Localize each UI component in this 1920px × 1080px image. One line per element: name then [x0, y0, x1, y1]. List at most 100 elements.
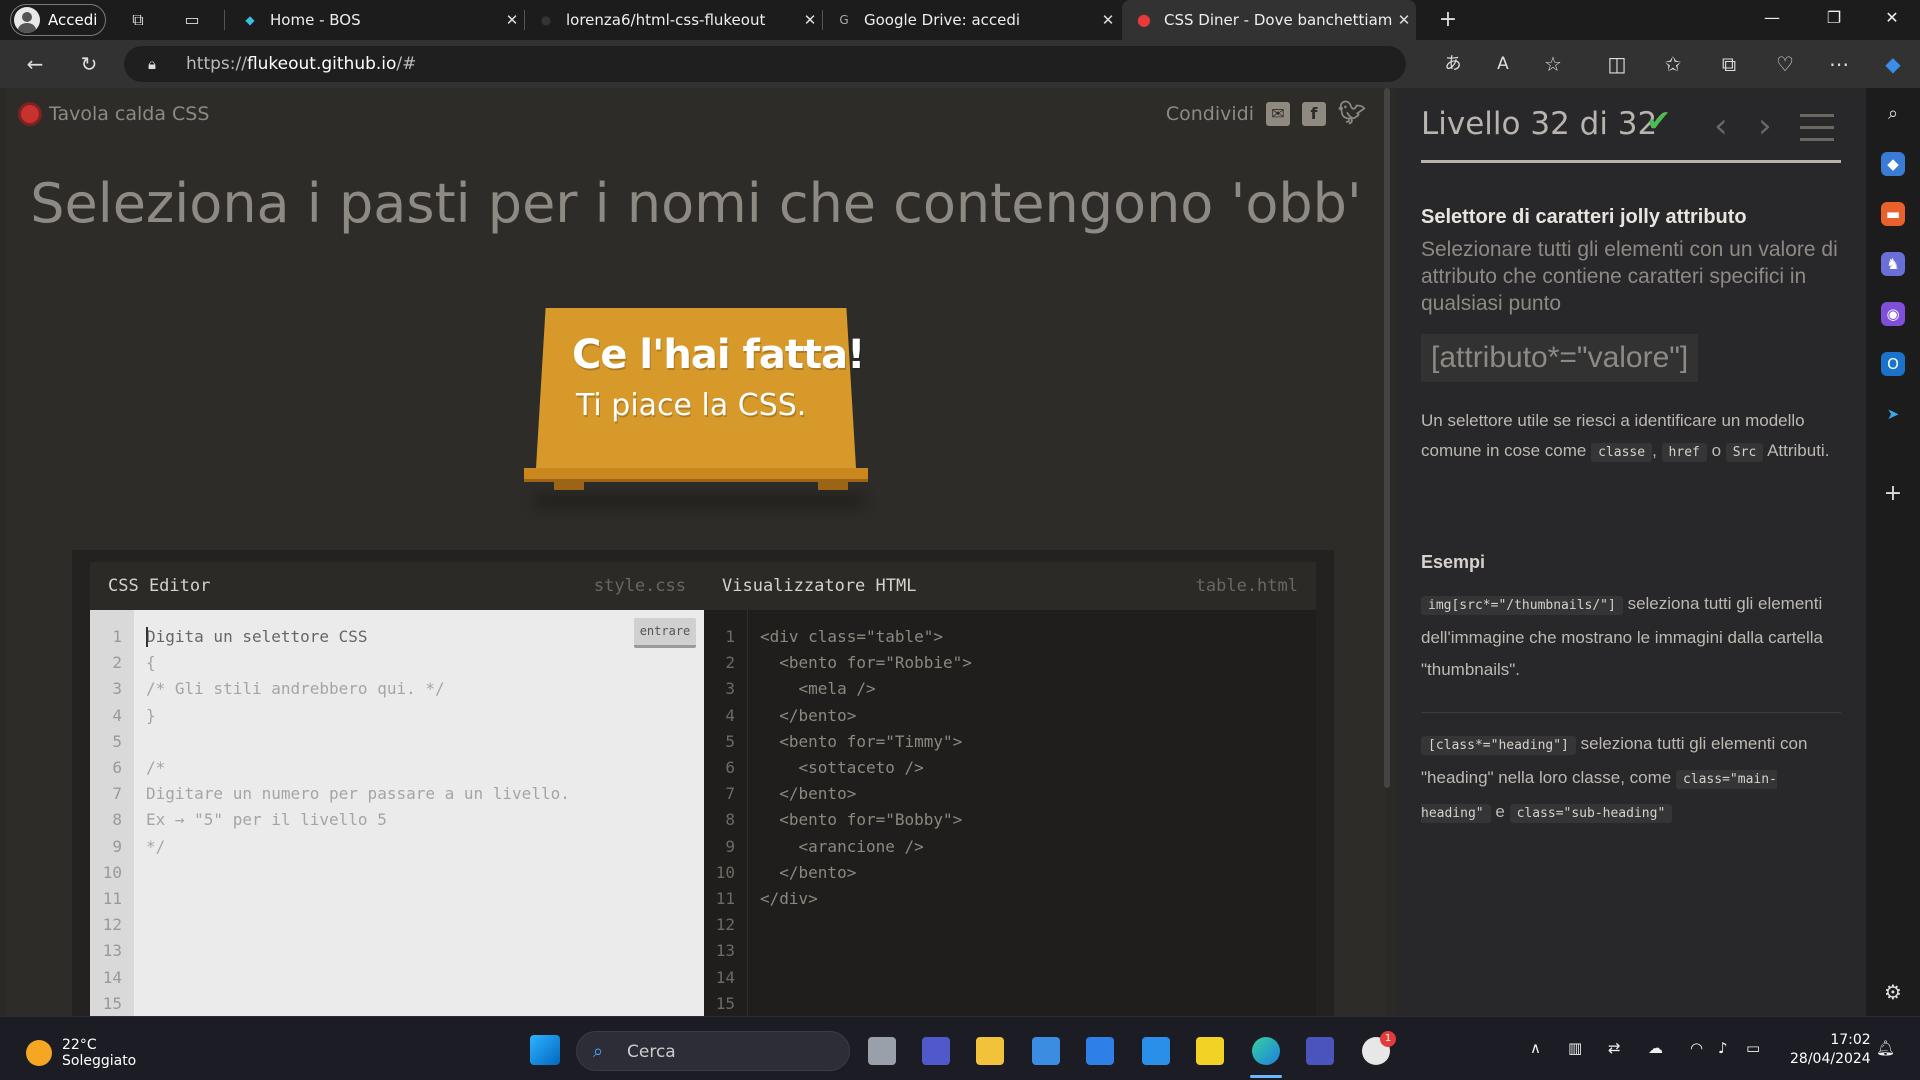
css-code[interactable]: Digita un selettore CSS {/* Gli stili and… [146, 624, 570, 860]
mail-icon[interactable] [1142, 1037, 1170, 1065]
browser-essentials-icon[interactable]: ♡ [1772, 52, 1798, 76]
example-code: class="sub-heading" [1509, 804, 1673, 823]
lock-icon: 🔒︎ [148, 55, 156, 73]
collections-icon[interactable]: ⧉ [1716, 52, 1742, 76]
minimize-icon[interactable]: — [1760, 8, 1784, 27]
tab-github[interactable]: ● lorenza6/html-css-flukeout ✕ [524, 0, 822, 40]
line-number: 11 [102, 889, 122, 909]
teams-icon[interactable] [922, 1037, 950, 1065]
edge-icon[interactable] [1252, 1037, 1280, 1065]
sticky-notes-icon[interactable] [1196, 1037, 1224, 1065]
tab-actions-icon[interactable]: ▭ [182, 10, 202, 30]
close-tab-icon[interactable]: ✕ [798, 11, 822, 29]
read-aloud-icon[interactable]: A [1490, 52, 1516, 76]
store-icon[interactable] [1032, 1037, 1060, 1065]
facebook-share-icon[interactable]: f [1302, 102, 1326, 126]
code-editor: CSS Editor style.css Visualizzatore HTML… [72, 550, 1334, 1016]
todo-icon[interactable] [1086, 1037, 1114, 1065]
line-number: 3 [725, 679, 735, 699]
css-input-pane[interactable]: 1 2 3 4 5 6 7 8 9 10 11 12 13 14 15 Digita un selettor… [90, 610, 704, 1016]
app-tray-icon[interactable]: ▥ [1568, 1039, 1582, 1057]
twitter-share-icon[interactable]: 🐦︎ [1338, 102, 1366, 126]
back-icon[interactable]: ← [22, 52, 48, 76]
clock-time: 17:02 [1830, 1032, 1871, 1048]
example-conjunction: e [1495, 802, 1505, 821]
webex-icon[interactable] [1306, 1037, 1334, 1065]
clock[interactable]: 17:02 28/04/2024 [1790, 1031, 1871, 1069]
file-explorer-icon[interactable] [976, 1037, 1004, 1065]
volume-icon[interactable]: ♪ [1718, 1039, 1728, 1057]
email-share-icon[interactable]: ✉ [1266, 102, 1290, 126]
example-2: [class*="heading"] seleziona tutti gli e… [1421, 728, 1841, 830]
browser-tab-bar: Accedi ⧉ ▭ ◆ Home - BOS ✕ ● lorenza6/htm… [0, 0, 1920, 40]
css-code-line [146, 729, 570, 755]
tools-icon[interactable]: ▬ [1881, 202, 1905, 226]
close-tab-icon[interactable]: ✕ [1392, 11, 1416, 29]
tab-title: lorenza6/html-css-flukeout [566, 11, 766, 29]
more-menu-icon[interactable]: ⋯ [1826, 52, 1852, 76]
html-code-line: <bento for="Timmy"> [760, 731, 963, 751]
close-window-icon[interactable]: ✕ [1880, 8, 1904, 27]
outlook-icon[interactable]: O [1881, 352, 1905, 376]
sync-tray-icon[interactable]: ⇄ [1608, 1039, 1621, 1057]
windows-start-icon[interactable] [530, 1035, 560, 1065]
favorite-star-icon[interactable]: ☆ [1540, 52, 1566, 76]
search-icon[interactable]: ⌕ [1881, 102, 1905, 126]
translate-icon[interactable]: あ [1440, 52, 1466, 76]
copilot-icon[interactable]: ◆ [1880, 52, 1906, 76]
task-view-icon[interactable] [868, 1037, 896, 1065]
site-logo[interactable]: Tavola calda CSS [18, 102, 209, 126]
line-number: 1 [725, 627, 735, 646]
close-tab-icon[interactable]: ✕ [1096, 11, 1120, 29]
notifications-bell-icon[interactable]: 🔔︎ [1876, 1039, 1895, 1057]
sun-icon [26, 1040, 52, 1066]
tab-css-diner[interactable]: ⬤ CSS Diner - Dove banchettiamo ✕ [1122, 0, 1416, 40]
shopping-icon[interactable]: ◆ [1881, 152, 1905, 176]
next-level-icon[interactable]: › [1758, 106, 1772, 146]
line-number: 4 [725, 705, 735, 725]
tab-home-bos[interactable]: ◆ Home - BOS ✕ [228, 0, 524, 40]
send-icon[interactable]: ➤ [1881, 402, 1905, 426]
line-number: 9 [112, 836, 122, 856]
show-hidden-icons-icon[interactable]: ∧ [1530, 1039, 1541, 1057]
wifi-icon[interactable]: ◠ [1690, 1039, 1703, 1057]
tab-google-drive[interactable]: G Google Drive: accedi ✕ [822, 0, 1120, 40]
table-edge [524, 468, 868, 482]
close-tab-icon[interactable]: ✕ [500, 11, 524, 29]
games-icon[interactable]: ♞ [1881, 252, 1905, 276]
battery-icon[interactable]: ▭ [1746, 1039, 1760, 1057]
url-field[interactable]: 🔒︎ https://flukeout.github.io/# [124, 46, 1406, 82]
css-editor-header: CSS Editor style.css [90, 562, 704, 610]
share-area: Condividi ✉ f 🐦︎ [1166, 102, 1366, 126]
enter-button[interactable]: entrare [634, 618, 696, 648]
line-number: 11 [715, 889, 735, 909]
microsoft365-icon[interactable]: ◉ [1881, 302, 1905, 326]
workspaces-icon[interactable]: ⧉ [128, 10, 148, 30]
new-tab-icon[interactable]: + [1438, 9, 1458, 31]
line-number: 14 [102, 967, 122, 987]
previous-level-icon[interactable]: ‹ [1714, 106, 1728, 146]
html-viewer-header: Visualizzatore HTML table.html [704, 562, 1316, 610]
level-menu-icon[interactable] [1800, 114, 1834, 141]
settings-gear-icon[interactable]: ⚙ [1881, 980, 1905, 1004]
table-shadow [534, 494, 864, 508]
css-code-line: */ [146, 836, 166, 856]
add-sidebar-icon[interactable]: + [1881, 482, 1905, 506]
line-number: 15 [715, 993, 735, 1013]
favorites-icon[interactable]: ✩ [1660, 52, 1686, 76]
line-number: 8 [725, 810, 735, 830]
profile-label: Accedi [48, 11, 98, 29]
weather-widget[interactable]: 22°C Soleggiato [26, 1037, 136, 1069]
refresh-icon[interactable]: ↻ [76, 52, 102, 76]
profile-button[interactable]: Accedi [10, 4, 106, 36]
search-label: Cerca [627, 1042, 676, 1062]
css-code-line: /* [146, 758, 166, 778]
html-viewer-title: Visualizzatore HTML [722, 576, 917, 596]
taskbar-search[interactable]: ⌕ Cerca [576, 1031, 850, 1071]
onedrive-icon[interactable]: ☁ [1648, 1039, 1663, 1057]
notification-badge: 1 [1380, 1031, 1396, 1047]
split-screen-icon[interactable]: ◫ [1604, 52, 1630, 76]
line-number: 5 [112, 731, 122, 751]
page-scrollbar[interactable] [1384, 88, 1390, 788]
restore-icon[interactable]: ❐ [1822, 8, 1846, 27]
